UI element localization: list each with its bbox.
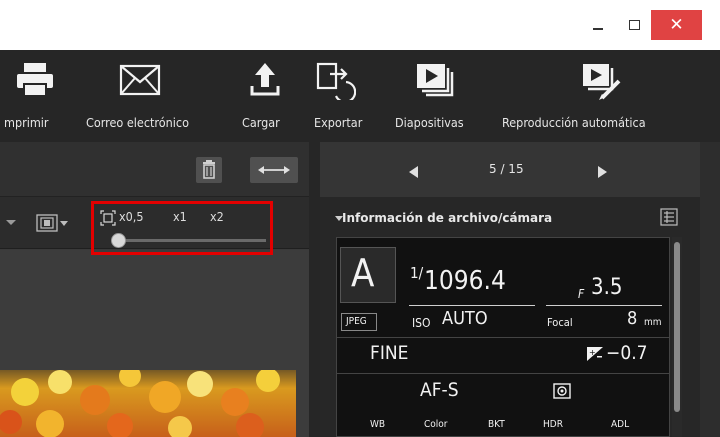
minimize-icon bbox=[593, 28, 603, 30]
panel-splitter[interactable] bbox=[309, 142, 320, 437]
aperture-prefix: F bbox=[578, 287, 585, 301]
info-scrollbar-thumb[interactable] bbox=[674, 242, 680, 412]
shooting-mode: A bbox=[351, 251, 375, 295]
info-settings-icon[interactable] bbox=[660, 208, 678, 226]
shooting-mode-box: A bbox=[340, 247, 396, 303]
aperture-underline bbox=[546, 305, 662, 306]
delete-button[interactable] bbox=[196, 157, 222, 183]
close-button[interactable]: ✕ bbox=[651, 10, 702, 40]
focus-mode: AF-S bbox=[420, 379, 459, 401]
minimize-button[interactable] bbox=[578, 10, 618, 40]
label-color: Color bbox=[424, 419, 448, 430]
view-mode-icon bbox=[36, 214, 68, 232]
close-icon: ✕ bbox=[669, 15, 684, 35]
printer-icon bbox=[17, 63, 53, 97]
auto-play-label: Reproducción automática bbox=[502, 115, 646, 130]
maximize-icon bbox=[628, 20, 640, 30]
upload-label: Cargar bbox=[242, 115, 280, 130]
format-badge: JPEG bbox=[341, 313, 377, 331]
previous-image-button[interactable] bbox=[408, 165, 420, 179]
envelope-icon bbox=[119, 64, 161, 96]
viewer-top-bar bbox=[0, 142, 309, 197]
compare-button[interactable] bbox=[250, 157, 298, 183]
main-toolbar: mprimir Correo electrónico Cargar Export… bbox=[0, 50, 720, 142]
label-adl: ADL bbox=[611, 419, 630, 430]
auto-play-icon bbox=[583, 64, 621, 100]
next-image-button[interactable] bbox=[596, 165, 608, 179]
export-label: Exportar bbox=[314, 115, 363, 130]
auto-play-button[interactable]: Reproducción automática bbox=[500, 50, 715, 142]
slideshow-icon bbox=[417, 64, 454, 97]
metering-icon bbox=[553, 383, 571, 399]
export-icon bbox=[316, 62, 356, 100]
svg-text:+: + bbox=[589, 348, 596, 357]
slideshow-button[interactable]: Diapositivas bbox=[392, 50, 492, 142]
upload-icon bbox=[250, 63, 280, 96]
info-divider-1 bbox=[337, 337, 669, 338]
upload-button[interactable]: Cargar bbox=[238, 50, 292, 142]
photo-preview bbox=[0, 362, 296, 437]
email-label: Correo electrónico bbox=[86, 115, 189, 130]
iso-value: AUTO bbox=[442, 308, 488, 329]
window-title-bar: ✕ bbox=[0, 0, 720, 50]
dropdown-arrow-icon[interactable] bbox=[4, 217, 18, 227]
exposure-compensation-icon: + bbox=[587, 347, 603, 361]
left-right-arrows-icon bbox=[258, 166, 290, 174]
info-panel-title: Información de archivo/cámara bbox=[342, 211, 553, 225]
image-quality: FINE bbox=[370, 342, 409, 364]
zoom-highlight-box bbox=[91, 201, 273, 255]
image-format: JPEG bbox=[346, 316, 367, 327]
email-button[interactable]: Correo electrónico bbox=[84, 50, 234, 142]
aperture-value: 3.5 bbox=[591, 275, 623, 300]
label-wb: WB bbox=[370, 419, 386, 430]
shutter-prefix: 1/ bbox=[410, 264, 424, 282]
focal-value: 8 bbox=[627, 308, 638, 329]
focal-unit: mm bbox=[644, 317, 662, 328]
exposure-compensation: −0.7 bbox=[606, 342, 648, 364]
shutter-underline bbox=[409, 305, 535, 306]
trash-icon bbox=[203, 160, 215, 179]
label-bkt: BKT bbox=[488, 419, 505, 430]
slideshow-label: Diapositivas bbox=[395, 115, 464, 130]
image-counter: 5 / 15 bbox=[489, 162, 524, 176]
print-button[interactable]: mprimir bbox=[0, 50, 80, 142]
print-label: mprimir bbox=[4, 115, 49, 130]
info-divider-2 bbox=[337, 373, 669, 374]
maximize-button[interactable] bbox=[618, 10, 650, 40]
view-mode-dropdown[interactable] bbox=[36, 213, 70, 233]
label-hdr: HDR bbox=[543, 419, 563, 430]
iso-label: ISO bbox=[412, 316, 431, 330]
shutter-speed: 1096.4 bbox=[424, 266, 506, 296]
focal-label: Focal bbox=[547, 316, 573, 329]
export-button[interactable]: Exportar bbox=[312, 50, 384, 142]
